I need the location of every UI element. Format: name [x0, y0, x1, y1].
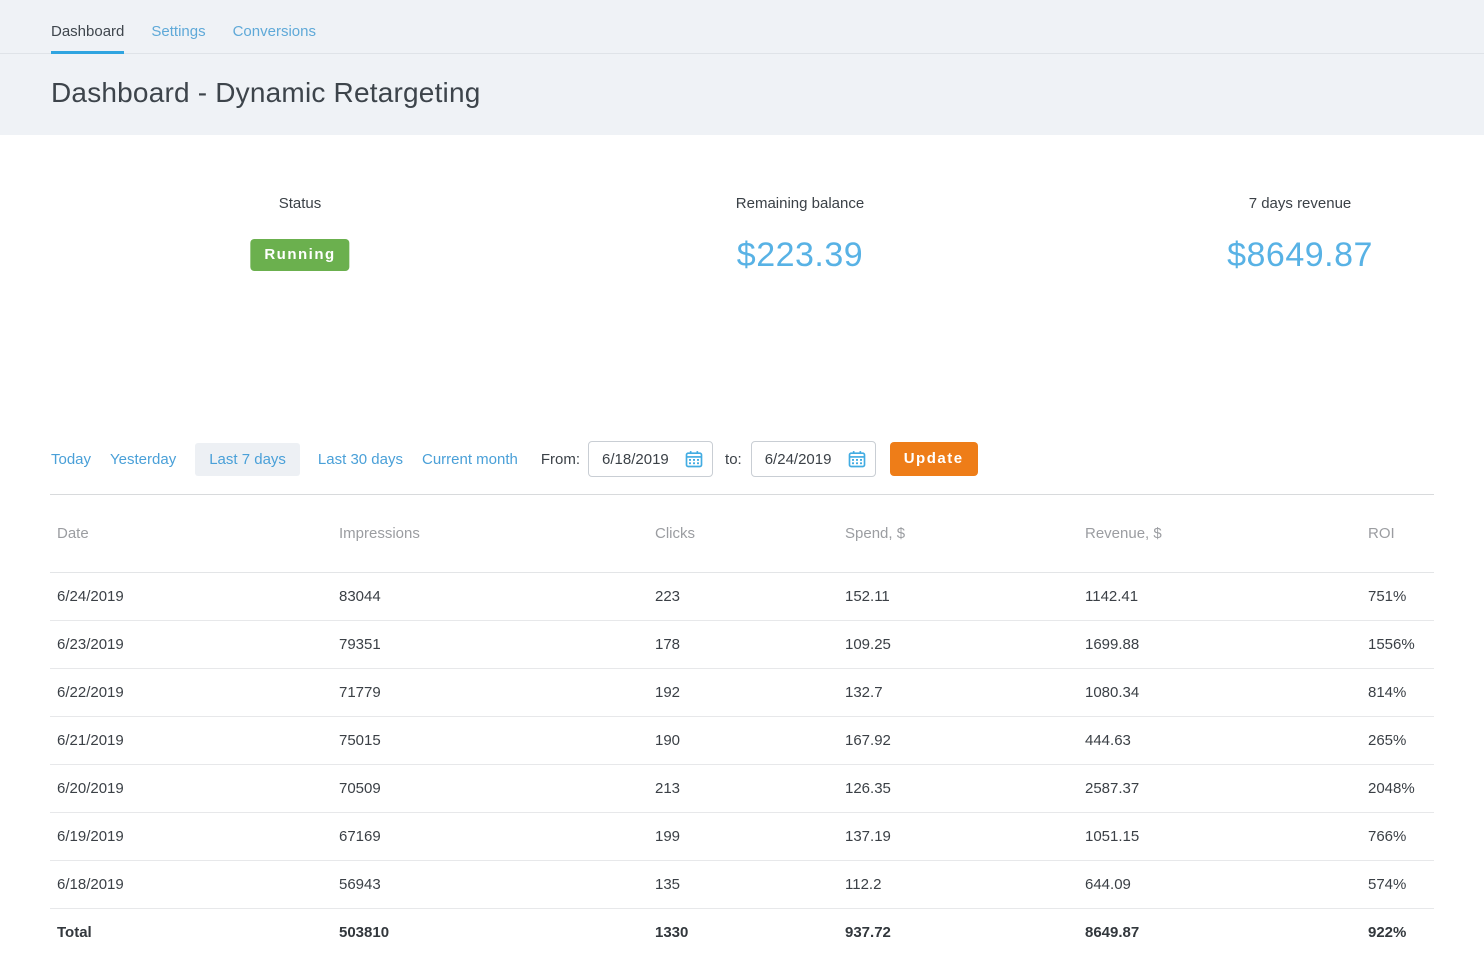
cell-spend: 126.35: [838, 765, 1078, 813]
total-cell-roi: 922%: [1361, 909, 1434, 957]
calendar-icon[interactable]: [847, 449, 867, 469]
status-label: Status: [250, 195, 349, 212]
col-date: Date: [50, 495, 332, 573]
cell-impressions: 70509: [332, 765, 648, 813]
balance-label: Remaining balance: [736, 195, 864, 212]
cell-revenue: 1051.15: [1078, 813, 1361, 861]
table-row: 6/21/201975015190167.92444.63265%: [50, 717, 1434, 765]
stat-status: Status Running: [250, 195, 349, 271]
cell-spend: 132.7: [838, 669, 1078, 717]
cell-roi: 766%: [1361, 813, 1434, 861]
table-row: 6/24/201983044223152.111142.41751%: [50, 573, 1434, 621]
cell-revenue: 1142.41: [1078, 573, 1361, 621]
report-table-wrap: Date Impressions Clicks Spend, $ Revenue…: [50, 494, 1434, 957]
cell-date: 6/20/2019: [50, 765, 332, 813]
cell-revenue: 444.63: [1078, 717, 1361, 765]
table-row: 6/20/201970509213126.352587.372048%: [50, 765, 1434, 813]
table-row: 6/22/201971779192132.71080.34814%: [50, 669, 1434, 717]
page-header: Dashboard Settings Conversions Dashboard…: [0, 0, 1484, 135]
col-impressions: Impressions: [332, 495, 648, 573]
cell-spend: 109.25: [838, 621, 1078, 669]
cell-spend: 167.92: [838, 717, 1078, 765]
cell-revenue: 1080.34: [1078, 669, 1361, 717]
preset-last-30-days[interactable]: Last 30 days: [318, 443, 403, 476]
report-table: Date Impressions Clicks Spend, $ Revenue…: [50, 494, 1434, 957]
filter-row: Today Yesterday Last 7 days Last 30 days…: [51, 441, 1484, 477]
cell-date: 6/24/2019: [50, 573, 332, 621]
from-label: From:: [541, 451, 580, 468]
cell-date: 6/18/2019: [50, 861, 332, 909]
stats-row: Status Running Remaining balance $223.39…: [0, 195, 1484, 341]
from-date-wrap: [588, 441, 713, 477]
cell-clicks: 213: [648, 765, 838, 813]
cell-date: 6/22/2019: [50, 669, 332, 717]
cell-impressions: 83044: [332, 573, 648, 621]
cell-clicks: 199: [648, 813, 838, 861]
cell-clicks: 178: [648, 621, 838, 669]
total-cell-date: Total: [50, 909, 332, 957]
cell-roi: 751%: [1361, 573, 1434, 621]
tab-settings[interactable]: Settings: [151, 21, 205, 53]
cell-revenue: 2587.37: [1078, 765, 1361, 813]
cell-roi: 574%: [1361, 861, 1434, 909]
stat-revenue: 7 days revenue $8649.87: [1227, 195, 1373, 275]
cell-clicks: 190: [648, 717, 838, 765]
cell-spend: 112.2: [838, 861, 1078, 909]
cell-date: 6/19/2019: [50, 813, 332, 861]
col-spend: Spend, $: [838, 495, 1078, 573]
page-title: Dashboard - Dynamic Retargeting: [51, 77, 1484, 109]
tab-bar: Dashboard Settings Conversions: [0, 21, 1484, 54]
preset-today[interactable]: Today: [51, 443, 91, 476]
stat-balance: Remaining balance $223.39: [736, 195, 864, 275]
balance-value: $223.39: [736, 236, 864, 275]
table-row: 6/18/201956943135112.2644.09574%: [50, 861, 1434, 909]
update-button[interactable]: Update: [890, 442, 978, 476]
total-cell-revenue: 8649.87: [1078, 909, 1361, 957]
col-clicks: Clicks: [648, 495, 838, 573]
cell-clicks: 135: [648, 861, 838, 909]
preset-last-7-days[interactable]: Last 7 days: [195, 443, 300, 476]
to-label: to:: [725, 451, 742, 468]
total-cell-impressions: 503810: [332, 909, 648, 957]
cell-roi: 265%: [1361, 717, 1434, 765]
preset-current-month[interactable]: Current month: [422, 443, 518, 476]
cell-date: 6/21/2019: [50, 717, 332, 765]
table-header-row: Date Impressions Clicks Spend, $ Revenue…: [50, 495, 1434, 573]
table-row: 6/23/201979351178109.251699.881556%: [50, 621, 1434, 669]
cell-spend: 152.11: [838, 573, 1078, 621]
cell-spend: 137.19: [838, 813, 1078, 861]
cell-roi: 814%: [1361, 669, 1434, 717]
status-badge: Running: [250, 239, 349, 271]
table-total-row: Total5038101330937.728649.87922%: [50, 909, 1434, 957]
col-revenue: Revenue, $: [1078, 495, 1361, 573]
cell-impressions: 56943: [332, 861, 648, 909]
cell-impressions: 75015: [332, 717, 648, 765]
col-roi: ROI: [1361, 495, 1434, 573]
cell-revenue: 1699.88: [1078, 621, 1361, 669]
table-row: 6/19/201967169199137.191051.15766%: [50, 813, 1434, 861]
cell-clicks: 223: [648, 573, 838, 621]
total-cell-spend: 937.72: [838, 909, 1078, 957]
cell-impressions: 67169: [332, 813, 648, 861]
tab-conversions[interactable]: Conversions: [233, 21, 316, 53]
tab-dashboard[interactable]: Dashboard: [51, 21, 124, 53]
cell-roi: 2048%: [1361, 765, 1434, 813]
to-date-wrap: [751, 441, 876, 477]
total-cell-clicks: 1330: [648, 909, 838, 957]
cell-clicks: 192: [648, 669, 838, 717]
cell-roi: 1556%: [1361, 621, 1434, 669]
cell-impressions: 71779: [332, 669, 648, 717]
revenue-label: 7 days revenue: [1227, 195, 1373, 212]
preset-yesterday[interactable]: Yesterday: [110, 443, 176, 476]
cell-revenue: 644.09: [1078, 861, 1361, 909]
cell-date: 6/23/2019: [50, 621, 332, 669]
cell-impressions: 79351: [332, 621, 648, 669]
revenue-value: $8649.87: [1227, 236, 1373, 275]
calendar-icon[interactable]: [684, 449, 704, 469]
